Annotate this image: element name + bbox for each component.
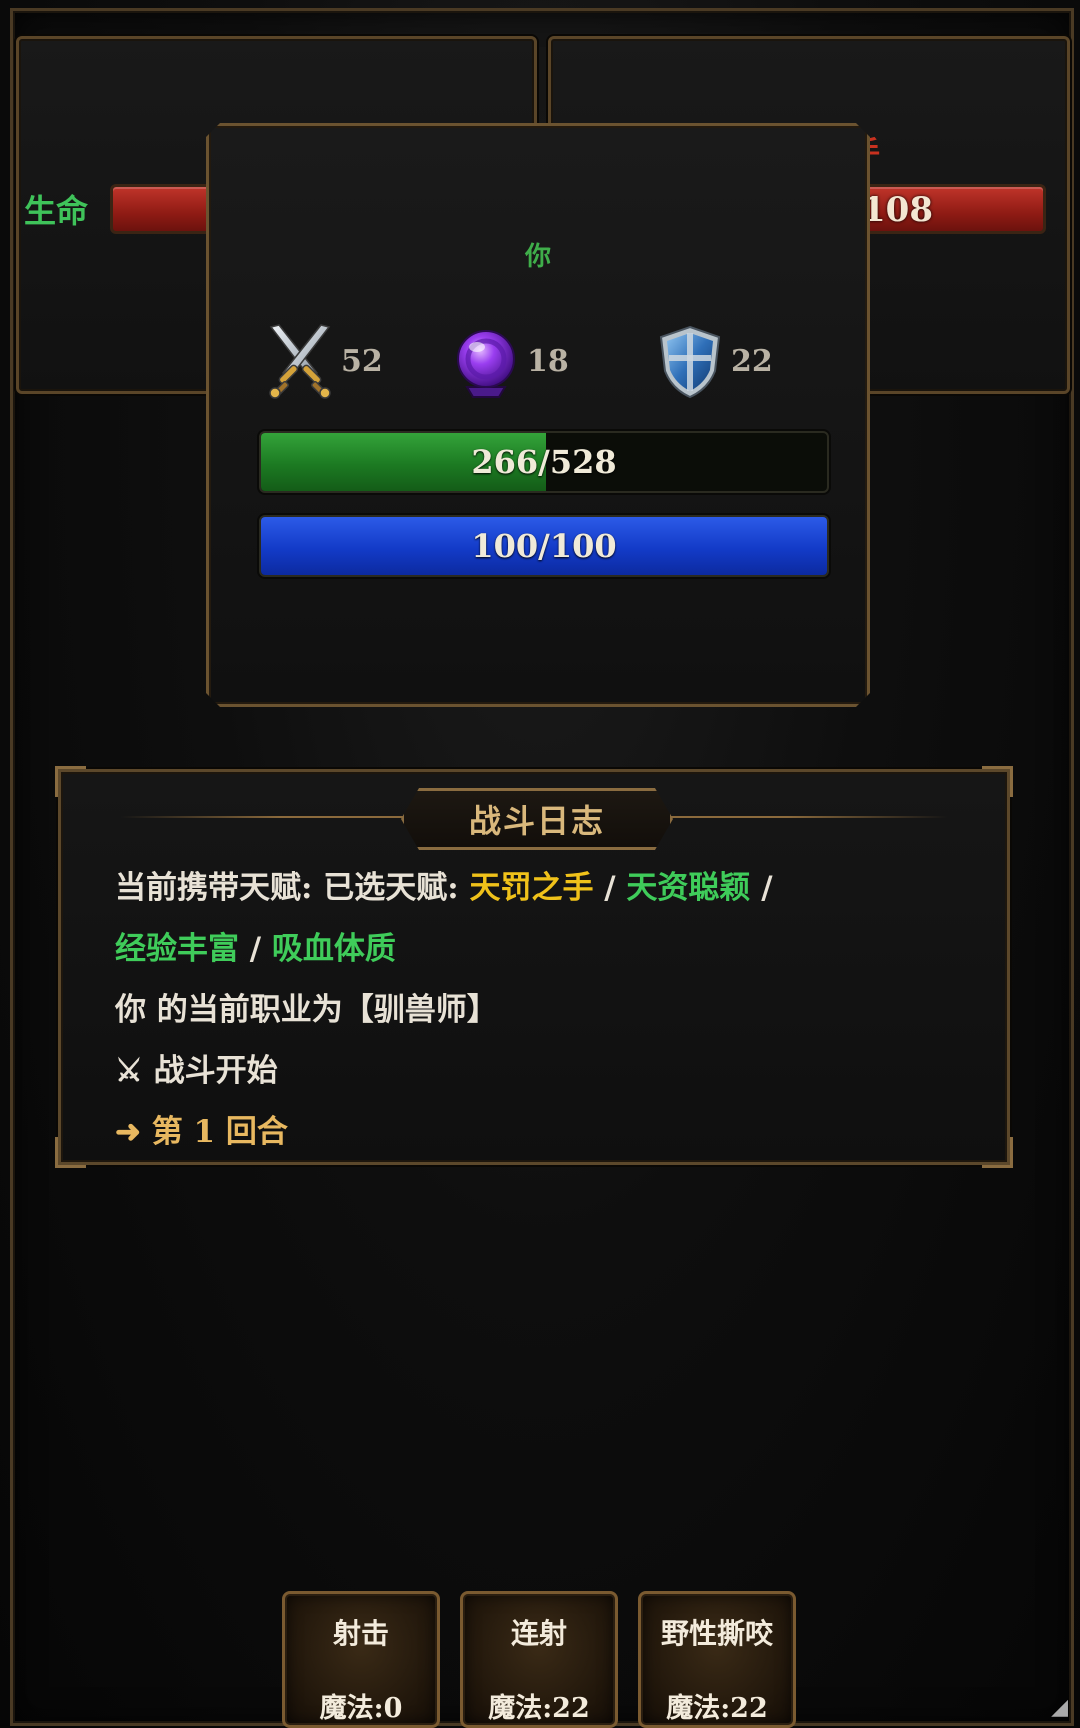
- crystal-ball-icon: [449, 321, 523, 401]
- magic-value: 18: [527, 343, 569, 379]
- skill-button-shoot[interactable]: 射击 魔法:0: [282, 1591, 440, 1728]
- log-line-class: 你 的当前职业为【驯兽师】: [115, 992, 498, 1028]
- player-detail-card[interactable]: 你 52 18 22 266/528 100/100: [206, 123, 870, 707]
- battle-log-panel[interactable]: 战斗日志 当前携带天赋: 已选天赋: 天罚之手 / 天资聪颖 / 经验丰富 / …: [55, 766, 1013, 1168]
- crossed-swords-icon: [263, 321, 337, 401]
- log-line-battle-start: ⚔ 战斗开始: [115, 1053, 278, 1089]
- skill-button-savage-bite[interactable]: 野性撕咬 魔法:22: [638, 1591, 796, 1728]
- player-mp-bar: 100/100: [259, 515, 829, 577]
- separator: /: [750, 870, 773, 906]
- battle-log-title: 战斗日志: [401, 788, 673, 850]
- log-line-talents: 当前携带天赋: 已选天赋: 天罚之手 / 天资聪颖 /: [115, 858, 967, 919]
- talent-name: 吸血体质: [271, 931, 396, 967]
- skill-name: 连射: [510, 1617, 567, 1650]
- log-line-round: ➜ 第 1 回合: [115, 1114, 288, 1150]
- player-name: 你: [524, 242, 551, 272]
- frame-corner: [982, 1137, 1013, 1168]
- shield-icon: [653, 321, 727, 401]
- divider: [627, 816, 947, 818]
- defense-value: 22: [731, 343, 773, 379]
- frame-corner: [55, 1137, 86, 1168]
- separator: /: [593, 870, 627, 906]
- talent-name: 经验丰富: [115, 931, 239, 967]
- skill-button-rapid-fire[interactable]: 连射 魔法:22: [460, 1591, 618, 1728]
- skill-name: 射击: [332, 1617, 389, 1650]
- enemy-hp-text: 108: [862, 190, 933, 230]
- skill-name: 野性撕咬: [660, 1617, 773, 1650]
- skill-cost: 魔法:0: [319, 1693, 403, 1724]
- player-hp-bar: 266/528: [259, 431, 829, 493]
- talent-name: 天资聪颖: [626, 870, 751, 906]
- talents-prefix: 当前携带天赋: 已选天赋:: [115, 870, 470, 906]
- talent-name: 天罚之手: [469, 870, 594, 906]
- attack-stat: 52: [263, 321, 383, 401]
- battle-log-lines: 当前携带天赋: 已选天赋: 天罚之手 / 天资聪颖 / 经验丰富 / 吸血体质 …: [115, 858, 967, 1163]
- separator: /: [239, 931, 272, 967]
- battle-screen: 生命 手 108 你: [0, 0, 1080, 1728]
- divider: [121, 816, 441, 818]
- resize-corner-icon: ◢: [1051, 1695, 1068, 1720]
- hp-label: 生命: [24, 192, 89, 230]
- player-mp-text: 100/100: [471, 527, 617, 565]
- defense-stat: 22: [653, 321, 773, 401]
- player-hp-text: 266/528: [471, 443, 617, 481]
- skill-cost: 魔法:22: [666, 1693, 768, 1724]
- attack-value: 52: [341, 343, 383, 379]
- battle-log-header: 战斗日志: [61, 786, 1007, 846]
- log-line-talents-cont: 经验丰富 / 吸血体质: [115, 919, 967, 980]
- skill-cost: 魔法:22: [488, 1693, 590, 1724]
- magic-stat: 18: [449, 321, 569, 401]
